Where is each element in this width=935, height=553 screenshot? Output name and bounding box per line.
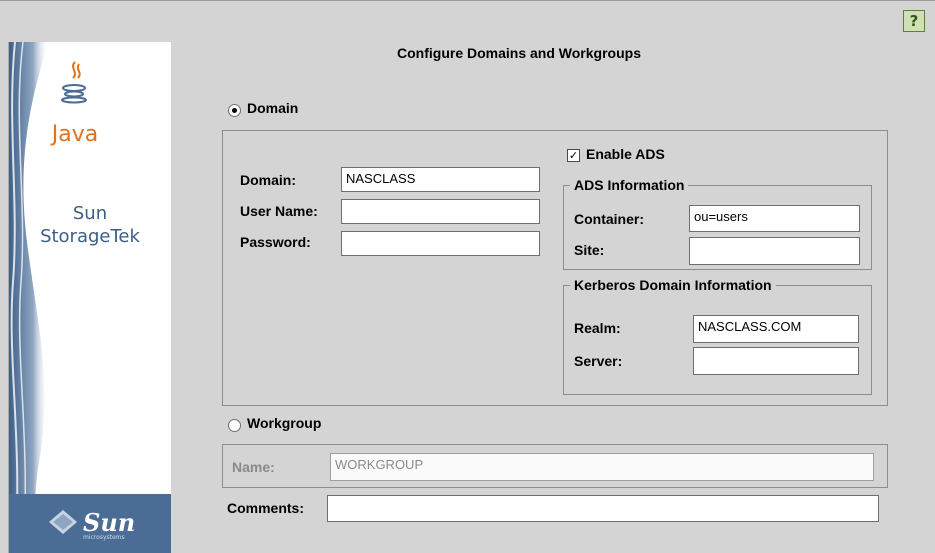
domain-radio[interactable] — [228, 104, 241, 117]
sun-logo-text: Sun — [83, 508, 136, 537]
comments-input[interactable] — [327, 495, 879, 522]
sun-logo-subtext: microsystems — [83, 534, 125, 541]
domain-radio-label: Domain — [247, 100, 299, 116]
workgroup-name-input[interactable]: WORKGROUP — [330, 453, 874, 481]
product-name: Sun StorageTek — [9, 202, 171, 248]
domain-label: Domain: — [240, 172, 296, 188]
server-input[interactable] — [693, 347, 859, 375]
sun-diamond-icon — [49, 510, 77, 534]
password-label: Password: — [240, 234, 311, 250]
container-input[interactable]: ou=users — [689, 205, 860, 232]
wave-decoration — [9, 42, 49, 553]
product-line-1: Sun — [72, 203, 108, 224]
java-coffee-cup-icon — [61, 61, 87, 104]
comments-label: Comments: — [227, 500, 305, 516]
workgroup-name-label: Name: — [232, 459, 275, 475]
kerberos-legend: Kerberos Domain Information — [570, 277, 776, 293]
java-logo-text: Java — [51, 122, 99, 147]
sun-logo-band: Sun microsystems — [9, 494, 171, 553]
container-label: Container: — [574, 211, 644, 227]
top-toolbar — [0, 0, 935, 42]
ads-information-legend: ADS Information — [570, 177, 689, 193]
user-name-label: User Name: — [240, 203, 318, 219]
branding-sidebar: Java Sun StorageTek Sun microsystems — [8, 42, 171, 553]
realm-label: Realm: — [574, 320, 621, 336]
site-label: Site: — [574, 242, 605, 258]
domain-input[interactable]: NASCLASS — [341, 167, 540, 192]
password-input[interactable] — [341, 231, 540, 256]
product-line-2: StorageTek — [40, 226, 140, 247]
enable-ads-checkbox[interactable]: ✓ — [567, 149, 580, 162]
workgroup-radio[interactable] — [228, 419, 241, 432]
workgroup-radio-label: Workgroup — [247, 415, 322, 431]
site-input[interactable] — [689, 237, 860, 265]
help-button[interactable]: ? — [903, 10, 925, 32]
user-name-input[interactable] — [341, 199, 540, 224]
realm-input[interactable]: NASCLASS.COM — [693, 315, 859, 343]
server-label: Server: — [574, 353, 623, 369]
enable-ads-label: Enable ADS — [586, 146, 665, 162]
page-title: Configure Domains and Workgroups — [397, 45, 641, 61]
